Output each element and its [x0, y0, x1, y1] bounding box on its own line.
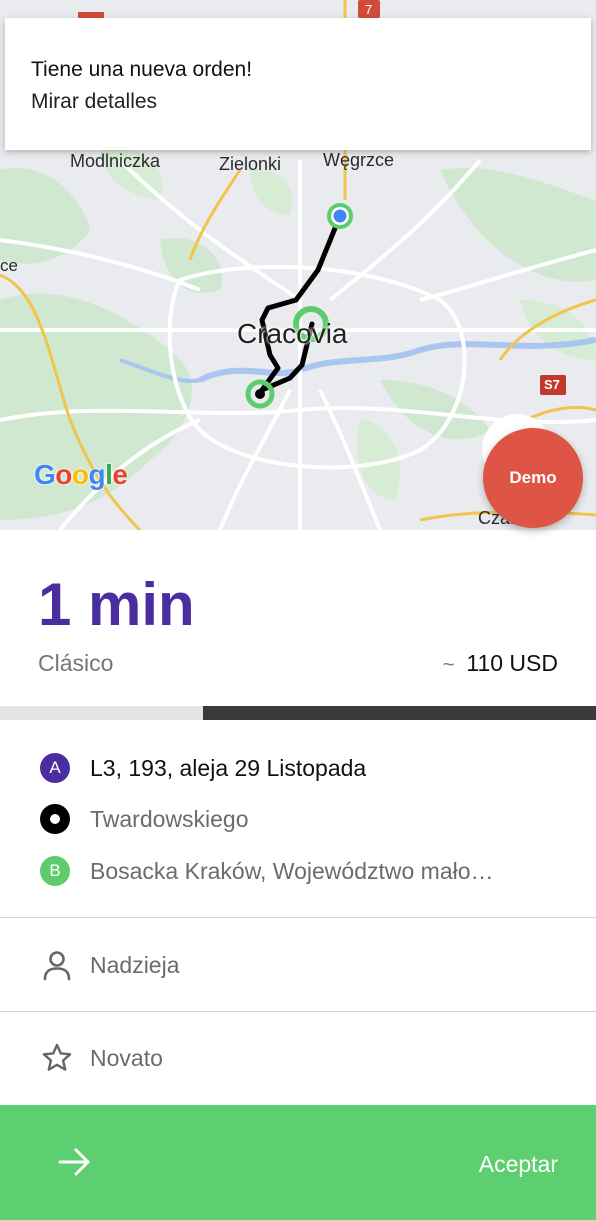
map-label-edge-left: ce	[0, 256, 18, 275]
client-row: Nadzieja	[40, 948, 180, 982]
eta-time: 1 min	[38, 571, 195, 638]
notification-title: Tiene una nueva orden!	[31, 58, 253, 81]
map-label-zielonki: Zielonki	[219, 154, 282, 174]
offer-timer-bar	[0, 706, 596, 720]
offer-timer-fill	[202, 706, 596, 720]
route-dropoff: B Bosacka Kraków, Województwo mało…	[40, 856, 494, 886]
arrow-right-icon	[58, 1148, 90, 1176]
google-logo: Google	[34, 459, 128, 490]
road-badge-7: 7	[365, 2, 373, 17]
divider	[0, 917, 596, 918]
price: ~110 USD	[443, 650, 558, 677]
pickup-address: L3, 193, aleja 29 Listopada	[90, 754, 367, 781]
client-rating: Novato	[90, 1044, 163, 1071]
star-icon	[42, 1043, 72, 1071]
pickup-marker-icon: A	[40, 753, 70, 783]
route-pickup: A L3, 193, aleja 29 Listopada	[40, 753, 366, 783]
map-label-modlniczka: Modlniczka	[70, 151, 161, 171]
rating-row: Novato	[40, 1041, 163, 1075]
new-order-notification[interactable]: Tiene una nueva orden! Mirar detalles	[5, 18, 591, 150]
client-name: Nadzieja	[90, 951, 180, 978]
demo-button[interactable]: Demo	[483, 428, 583, 528]
stop-address: Twardowskiego	[90, 805, 249, 832]
accept-label: Aceptar	[478, 1151, 558, 1177]
tariff-label: Clásico	[38, 650, 114, 676]
dropoff-address: Bosacka Kraków, Województwo mało…	[90, 857, 494, 884]
route-stop: Twardowskiego	[40, 804, 249, 834]
map-label-wegrzce: Węgrzce	[323, 150, 395, 170]
accept-button[interactable]: Aceptar	[0, 1105, 596, 1220]
dropoff-marker-icon: B	[40, 856, 70, 886]
person-icon	[43, 951, 71, 981]
stop-marker-icon	[40, 804, 70, 834]
notification-subtitle: Mirar detalles	[31, 90, 158, 113]
price-value: 110 USD	[466, 650, 558, 676]
divider	[0, 1011, 596, 1012]
map-label-city: Cracovia	[237, 318, 348, 349]
price-approx: ~	[442, 654, 455, 676]
road-badge-s7: S7	[544, 377, 560, 392]
